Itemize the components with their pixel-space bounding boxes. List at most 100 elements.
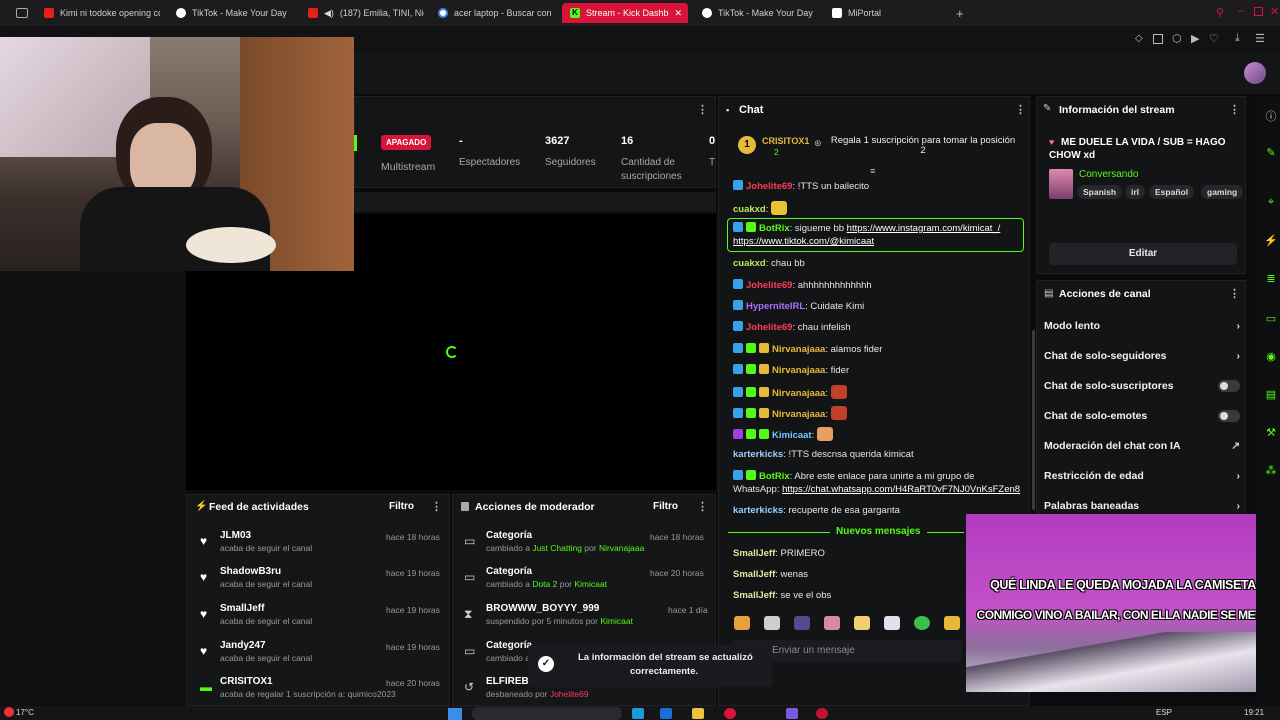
user-avatar[interactable] [1244,62,1266,84]
chat-username[interactable]: Kimicaat [772,430,812,441]
mod-more-icon[interactable]: ⋮ [697,500,708,513]
bolt-rail-icon[interactable]: ⚡ [1264,234,1278,248]
close-tab-icon[interactable]: ✕ [675,8,683,19]
mod-action-user[interactable]: Johelite69 [550,689,589,699]
channel-action-row[interactable]: Chat de solo-seguidores › [1044,350,1240,362]
multistream-label[interactable]: Multistream [381,161,435,173]
tag-chip[interactable]: Español [1149,185,1195,199]
screenshot-icon[interactable] [1153,34,1163,44]
chat-scrollbar[interactable] [1032,330,1035,510]
chat-username[interactable]: karterkicks [733,449,783,460]
chat-username[interactable]: HyperniteIRL [746,301,805,312]
chat-username[interactable]: Nirvanajaaa [772,365,825,376]
emote-icon[interactable] [944,616,960,630]
search-tabs-icon[interactable]: ⚲ [1216,6,1224,19]
chat-username[interactable]: Johelite69 [746,322,792,333]
bookmark-icon[interactable]: ◇ [1135,33,1143,44]
browser-tab[interactable]: Kimi ni todoke opening co [36,3,160,23]
toggle-switch[interactable] [1218,380,1240,392]
chat-username[interactable]: Johelite69 [746,280,792,291]
profile-icon[interactable]: ⤓ [1235,32,1240,45]
edit-button[interactable]: Editar [1049,243,1237,265]
mod-action-user[interactable]: Kimicaat [600,616,633,626]
chat-filter-icon[interactable]: ≡ [870,166,875,176]
chat-username[interactable]: SmallJeff [733,548,775,559]
channel-actions-more-icon[interactable]: ⋮ [1229,287,1240,300]
taskbar-app-icon[interactable] [816,708,828,719]
capture-icon[interactable]: ⌖ [1264,196,1278,210]
browser-tab[interactable]: TikTok - Make Your Day [168,3,292,23]
browser-tab[interactable]: acer laptop - Buscar con [430,3,554,23]
emote-icon[interactable] [854,616,870,630]
taskbar-app-icon[interactable] [786,708,798,719]
edit-rail-icon[interactable]: ✎ [1264,146,1278,160]
shield-icon[interactable]: ⬡ [1172,32,1182,45]
tag-chip[interactable]: Spanish [1077,185,1123,199]
taskbar-app-icon[interactable] [632,708,644,719]
taskbar-app-icon[interactable] [724,708,736,719]
chat-username[interactable]: Nirvanajaaa [772,409,825,420]
download-icon[interactable]: ▶ [1191,32,1199,45]
channel-action-row[interactable]: Palabras baneadas › [1044,500,1240,512]
menu-icon[interactable]: ☰ [1255,32,1265,45]
chat-username[interactable]: BotRix [759,471,790,482]
extensions-icon[interactable]: ♡ [1209,32,1219,45]
taskbar-app-icon[interactable] [660,708,672,719]
toggle-switch[interactable] [1218,410,1240,422]
windows-start-icon[interactable] [448,708,462,720]
channel-action-row[interactable]: Moderación del chat con IA ↗ [1044,440,1240,452]
tab-actions-icon[interactable] [16,8,28,18]
channel-action-row[interactable]: Chat de solo-emotes [1044,410,1240,422]
feed-username[interactable]: JLM03 [220,530,251,541]
browser-tab[interactable]: ◀) (187) Emilia, TINI, Nic [300,3,424,23]
tag-chip[interactable]: gaming [1201,185,1244,199]
activity-filter-button[interactable]: Filtro [389,501,414,512]
channel-action-row[interactable]: Restricción de edad › [1044,470,1240,482]
info-icon[interactable]: ⓘ [1264,108,1278,123]
new-tab-button[interactable]: + [956,6,964,21]
chat-username[interactable]: cuakxd [733,258,766,269]
emote-icon[interactable] [794,616,810,630]
chat-rail-icon[interactable]: ▭ [1264,312,1278,326]
chat-username[interactable]: SmallJeff [733,590,775,601]
category-name[interactable]: Conversando [1079,169,1138,180]
apps-icon[interactable]: ⁂ [1264,464,1278,478]
activity-more-icon[interactable]: ⋮ [431,500,442,513]
feed-username[interactable]: Jandy247 [220,640,266,651]
more-options-icon[interactable]: ⋮ [697,103,708,116]
wrench-icon[interactable]: ⚒ [1264,426,1278,440]
keyboard-language[interactable]: ESP [1156,708,1172,717]
browser-tab[interactable]: TikTok - Make Your Day [694,3,818,23]
tag-chip[interactable]: irl [1125,185,1146,199]
chat-username[interactable]: cuakxd [733,204,766,215]
emote-icon[interactable] [884,616,900,630]
maximize-icon[interactable] [1254,7,1263,16]
feed-username[interactable]: SmallJeff [220,603,264,614]
chat-username[interactable]: Nirvanajaaa [772,344,825,355]
layers-icon[interactable]: ▤ [1264,388,1278,402]
taskbar-search[interactable] [472,707,622,720]
emote-icon[interactable] [734,616,750,630]
chat-username[interactable]: Johelite69 [746,181,792,192]
channel-action-row[interactable]: Modo lento › [1044,320,1240,332]
chat-username[interactable]: Nirvanajaaa [772,388,825,399]
emote-icon[interactable] [764,616,780,630]
mod-filter-button[interactable]: Filtro [653,501,678,512]
chat-username[interactable]: karterkicks [733,505,783,516]
feed-username[interactable]: ShadowB3ru [220,566,281,577]
emote-icon[interactable] [914,616,930,630]
taskbar-app-icon[interactable] [692,708,704,719]
mod-action-user[interactable]: Kimicaat [574,579,607,589]
minimize-icon[interactable]: – [1238,5,1244,17]
mod-action-user[interactable]: Nirvanajaaa [599,543,644,553]
channel-action-row[interactable]: Chat de solo-suscriptores [1044,380,1240,392]
chat-link[interactable]: https://chat.whatsapp.com/H4RaRT0vF7NJ0V… [782,484,1020,495]
emote-icon[interactable] [824,616,840,630]
feed-username[interactable]: CRISITOX1 [220,676,273,687]
chat-username[interactable]: SmallJeff [733,569,775,580]
list-rail-icon[interactable]: ≣ [1264,272,1278,286]
broadcast-icon[interactable]: ◉ [1264,350,1278,364]
stream-info-more-icon[interactable]: ⋮ [1229,103,1240,116]
close-window-icon[interactable]: ✕ [1270,5,1279,18]
browser-tab[interactable]: MiPortal [824,3,948,23]
